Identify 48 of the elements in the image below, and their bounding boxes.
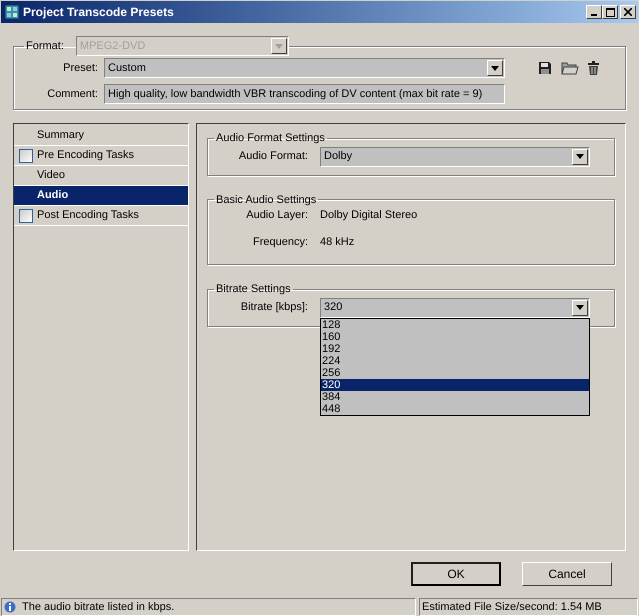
dropdown-option[interactable]: 128	[321, 318, 589, 330]
group-title: Bitrate Settings	[215, 282, 292, 297]
sidebar-item[interactable]: Audio	[14, 186, 188, 206]
group-title: Audio Format Settings	[215, 131, 326, 146]
sidebar-item[interactable]: Pre Encoding Tasks	[14, 146, 188, 166]
close-button[interactable]	[620, 5, 636, 19]
comment-field[interactable]: High quality, low bandwidth VBR transcoding of DV content (max bit rate = 9)	[104, 84, 505, 104]
comment-label: Comment:	[46, 86, 99, 102]
window-title: Project Transcode Presets	[23, 4, 175, 21]
folder-icon[interactable]	[561, 61, 579, 75]
field-label: Audio Layer:	[245, 208, 309, 224]
dropdown-option[interactable]: 160	[321, 330, 589, 342]
trash-icon[interactable]	[588, 61, 599, 75]
minimize-button[interactable]	[586, 5, 602, 19]
save-icon[interactable]	[538, 61, 552, 75]
field-value: 48 kHz	[320, 235, 354, 250]
maximize-button[interactable]	[602, 5, 618, 19]
file-size-text: Estimated File Size/second: 1.54 MB	[422, 600, 602, 615]
field-label: Audio Format:	[238, 149, 309, 164]
caret-icon	[576, 305, 584, 310]
info-icon	[4, 601, 16, 613]
checkbox[interactable]	[18, 208, 32, 222]
maximize-icon	[606, 8, 614, 16]
checkbox[interactable]	[18, 148, 32, 162]
close-icon	[624, 8, 632, 16]
dropdown-option[interactable]: 448	[321, 402, 589, 414]
sidebar-item[interactable]: Post Encoding Tasks	[14, 206, 188, 226]
dropdown-option[interactable]: 224	[321, 354, 589, 366]
format-label: Format:	[25, 38, 65, 54]
status-message: The audio bitrate listed in kbps.	[22, 600, 174, 615]
dropdown-option[interactable]: 256	[321, 366, 589, 378]
dropdown-option[interactable]: 384	[321, 390, 589, 402]
dropdown[interactable]: Dolby	[320, 146, 590, 166]
app-icon	[4, 4, 20, 20]
dropdown-option[interactable]: 320	[321, 378, 589, 390]
sidebar-item[interactable]: Summary	[14, 126, 188, 146]
dropdown[interactable]: Custom	[104, 58, 505, 78]
dropdown-option[interactable]: 192	[321, 342, 589, 354]
caret-icon	[491, 66, 499, 70]
caret-icon	[576, 154, 584, 159]
dialog-button[interactable]: Cancel	[522, 562, 612, 586]
dialog-button[interactable]: OK	[411, 562, 501, 586]
field-label: Frequency:	[252, 235, 309, 250]
group-title: Basic Audio Settings	[215, 192, 318, 208]
caret-icon	[274, 44, 283, 48]
field-label: Bitrate [kbps]:	[240, 300, 309, 316]
field-value: Dolby Digital Stereo	[320, 208, 418, 224]
preset-label: Preset:	[62, 60, 99, 76]
